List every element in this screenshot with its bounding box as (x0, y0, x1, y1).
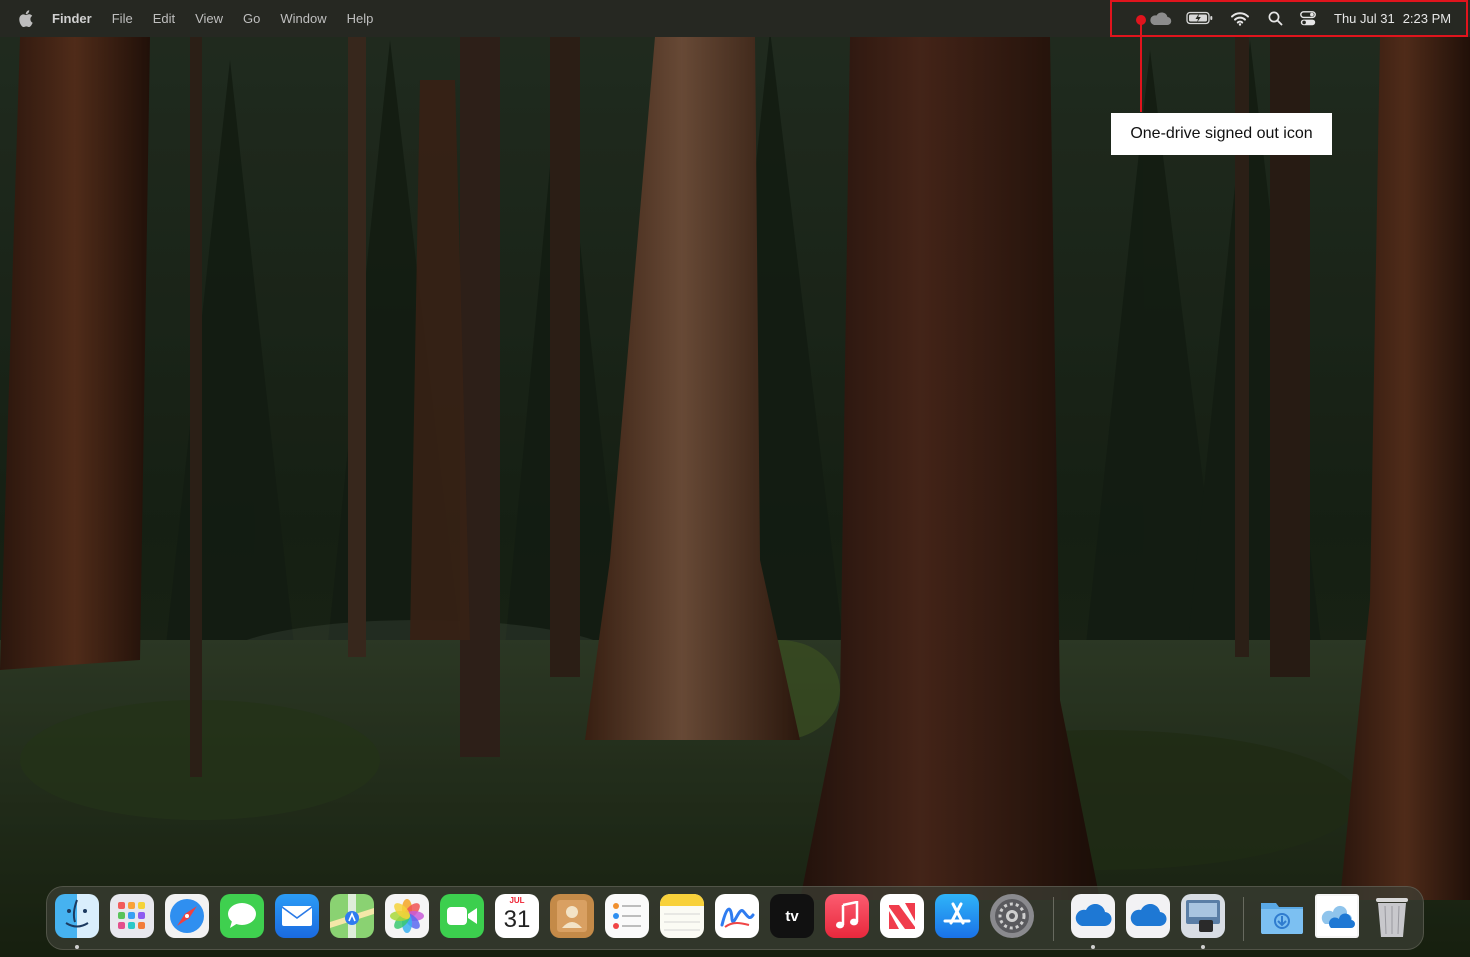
news-icon[interactable] (880, 894, 924, 938)
onedrive-cloud-icon[interactable] (1148, 11, 1172, 27)
maps-icon[interactable] (330, 894, 374, 938)
finder-icon[interactable] (55, 894, 99, 938)
safari-icon[interactable] (165, 894, 209, 938)
photos-icon[interactable] (385, 894, 429, 938)
facetime-icon[interactable] (440, 894, 484, 938)
launchpad-icon[interactable] (110, 894, 154, 938)
status-menu-area-highlight: Thu Jul 31 2:23 PM (1110, 0, 1468, 37)
mail-icon[interactable] (275, 894, 319, 938)
onedrive-running-indicator (1091, 945, 1095, 949)
trash-icon[interactable] (1370, 894, 1414, 938)
spotlight-search-icon[interactable] (1268, 11, 1283, 26)
tv-label: tv (785, 907, 799, 925)
calendar-month: JUL (509, 896, 525, 905)
clock-time: 2:23 PM (1402, 11, 1452, 26)
dock-separator (1053, 897, 1054, 941)
menu-bar-left: Finder File Edit View Go Window Help (18, 0, 393, 37)
dock: JUL 31 tv (46, 886, 1424, 950)
contacts-icon[interactable] (550, 894, 594, 938)
dock-separator (1243, 897, 1244, 941)
apple-logo-icon[interactable] (18, 10, 34, 28)
annotation-pointer-dot (1136, 15, 1146, 25)
calendar-day: 31 (503, 906, 531, 933)
wifi-icon[interactable] (1230, 11, 1250, 26)
system-settings-icon[interactable] (990, 894, 1034, 938)
control-center-icon[interactable] (1300, 11, 1316, 26)
menu-view[interactable]: View (195, 11, 223, 26)
clock-date: Thu Jul 31 (1334, 11, 1395, 26)
preview-running-indicator (1201, 945, 1205, 949)
reminders-icon[interactable] (605, 894, 649, 938)
preview-icon[interactable] (1181, 894, 1225, 938)
notes-icon[interactable] (660, 894, 704, 938)
annotation-callout: One-drive signed out icon (1111, 113, 1332, 155)
menu-go[interactable]: Go (243, 11, 260, 26)
menu-help[interactable]: Help (347, 11, 374, 26)
freeform-icon[interactable] (715, 894, 759, 938)
music-icon[interactable] (825, 894, 869, 938)
annotation-pointer-line (1140, 20, 1142, 112)
screenshot-file-icon[interactable] (1315, 894, 1359, 938)
battery-charging-icon[interactable] (1186, 11, 1214, 25)
finder-running-indicator (75, 945, 79, 949)
menu-window[interactable]: Window (280, 11, 326, 26)
menu-app-name[interactable]: Finder (52, 11, 92, 26)
app-store-icon[interactable] (935, 894, 979, 938)
menu-file[interactable]: File (112, 11, 133, 26)
onedrive-icon[interactable] (1071, 894, 1115, 938)
apple-tv-icon[interactable]: tv (770, 894, 814, 938)
menu-edit[interactable]: Edit (153, 11, 175, 26)
calendar-icon[interactable]: JUL 31 (495, 894, 539, 938)
menu-bar-clock[interactable]: Thu Jul 31 2:23 PM (1334, 11, 1451, 26)
messages-icon[interactable] (220, 894, 264, 938)
downloads-folder-icon[interactable] (1260, 894, 1304, 938)
menu-bar: Finder File Edit View Go Window Help Thu… (0, 0, 1470, 37)
onedrive-icon[interactable] (1126, 894, 1170, 938)
